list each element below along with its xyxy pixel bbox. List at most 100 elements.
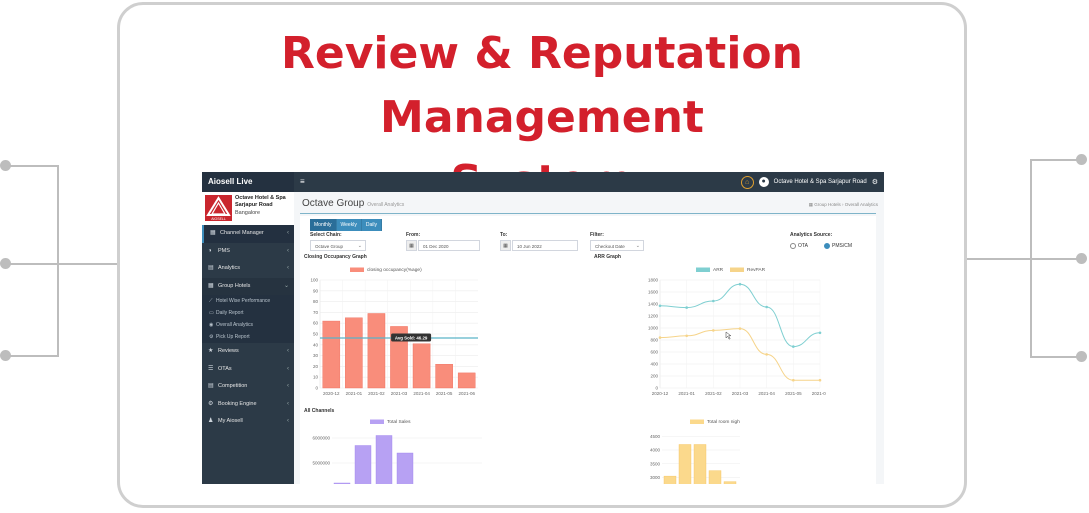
submenu-item-hotel-wise-performance[interactable]: ⟋ Hotel Wise Performance <box>202 295 294 307</box>
arr-section-title: ARR Graph <box>594 254 621 260</box>
chevron-icon: ‹ <box>287 348 289 354</box>
series-point <box>818 378 822 382</box>
title-divider <box>300 213 876 214</box>
x-tick-label: 2021-01 <box>678 391 695 396</box>
y-tick-label: 3000 <box>650 475 661 480</box>
sidebar-item-otas[interactable]: ☰ OTAs ‹ <box>202 361 294 379</box>
sales-bar <box>354 445 372 484</box>
room-nights-bar <box>708 470 722 484</box>
x-tick-label: 2021-02 <box>705 391 722 396</box>
occupancy-bar <box>435 364 453 389</box>
submenu-item-overall-analytics[interactable]: ◉ Overall Analytics <box>202 319 294 331</box>
y-tick-label: 5000000 <box>312 461 330 466</box>
page-title: Octave Group Overall Analytics <box>302 198 404 209</box>
sidebar-item-booking-engine[interactable]: ⚙ Booking Engine ‹ <box>202 396 294 414</box>
legend-label: RevPAR <box>747 267 766 273</box>
page-title-text: Octave Group <box>302 198 365 209</box>
source-pmscm-radio[interactable]: PMS/CM <box>824 243 852 249</box>
series-point <box>792 345 795 348</box>
average-label: Avg Sold: 46.29 <box>395 336 428 341</box>
tab-daily[interactable]: Daily <box>361 219 382 231</box>
hotel-name-line-1: Octave Hotel & Spa <box>235 195 286 201</box>
grid-icon: ▦ <box>208 282 214 289</box>
chain-label: Select Chain: <box>310 232 342 238</box>
user-avatar-icon[interactable]: ● <box>758 177 769 187</box>
y-tick-label: 60 <box>313 321 319 326</box>
user-icon: ♟ <box>208 418 214 424</box>
brand-name[interactable]: Aiosell Live <box>202 172 294 192</box>
y-tick-label: 0 <box>655 386 658 391</box>
legend-swatch <box>696 267 710 272</box>
tab-weekly[interactable]: Weekly <box>336 219 362 231</box>
chevron-icon: ‹ <box>287 247 289 254</box>
series-point <box>658 304 662 308</box>
period-tabs: Monthly Weekly Daily <box>310 219 382 231</box>
x-tick-label: 2021-03 <box>391 391 408 396</box>
room-nights-chart: Total room nights25003000350040004500 <box>640 414 740 484</box>
connector-dot <box>0 160 11 171</box>
submenu-item-label: Daily Report <box>216 310 244 316</box>
calendar-icon[interactable]: ▦ <box>406 240 417 251</box>
x-tick-label: 2020-12 <box>652 391 669 396</box>
sidebar-item-pms[interactable]: ◑ PMS ‹ <box>202 243 294 261</box>
occupancy-bar <box>412 343 431 389</box>
submenu-item-pick-up-report[interactable]: ⚙ Pick Up Report <box>202 331 294 343</box>
sidebar-item-competition[interactable]: ▤ Competition ‹ <box>202 378 294 396</box>
sidebar-item-label: Channel Manager <box>220 230 264 236</box>
settings-icon[interactable]: ⚙ <box>872 178 878 186</box>
sidebar-menu: ▦ Channel Manager ‹ ◑ PMS ‹ ▤ Analytics ‹ ▦ Group … <box>202 225 294 431</box>
table-icon: ▤ <box>208 383 214 389</box>
hamburger-icon[interactable]: ≡ <box>300 178 305 186</box>
sidebar-item-reviews[interactable]: ★ Reviews ‹ <box>202 343 294 361</box>
sidebar-item-analytics[interactable]: ▤ Analytics ‹ <box>202 260 294 278</box>
connector-line <box>57 165 59 357</box>
legend-label: ARR <box>713 267 724 273</box>
chain-select[interactable]: Octave Group ⌄ <box>310 240 366 251</box>
hotel-selector[interactable]: Octave Hotel & Spa Sarjapur Road <box>774 179 867 185</box>
grid-icon: ▦ <box>210 230 216 236</box>
connector-line <box>967 258 1083 260</box>
legend-label: Total room nights <box>707 419 740 425</box>
hotel-city: Bangalore <box>235 210 261 216</box>
to-date-input[interactable]: 10 Jun 2022 <box>512 240 578 251</box>
occupancy-chart: closing occupancy(%age) 0 10 20 30 40 50 60 70 80… <box>302 262 482 402</box>
x-tick-label: 2021-06 <box>812 391 826 396</box>
occupancy-bar <box>322 320 341 389</box>
to-label: To: <box>500 232 508 238</box>
occupancy-section-title: Closing Occupancy Graph <box>304 254 367 260</box>
x-tick-label: 2021-03 <box>732 391 749 396</box>
filter-value: Checkout Date <box>595 244 625 249</box>
sidebar-item-channel-manager[interactable]: ▦ Channel Manager ‹ <box>202 225 294 243</box>
connector-line <box>1030 159 1032 358</box>
y-tick-label: 1800 <box>648 278 659 283</box>
y-tick-label: 0 <box>315 386 318 391</box>
filter-select[interactable]: Checkout Date ⌄ <box>590 240 644 251</box>
submenu-item-label: Overall Analytics <box>216 322 253 328</box>
sidebar-item-group-hotels[interactable]: ▦ Group Hotels ⌄ <box>202 277 294 295</box>
series-point <box>712 299 715 303</box>
y-tick-label: 6000000 <box>312 436 330 441</box>
room-nights-bar <box>723 481 737 484</box>
tab-monthly[interactable]: Monthly <box>310 219 337 231</box>
y-tick-label: 30 <box>313 353 319 358</box>
notification-bell-icon[interactable]: ⌂ <box>740 175 754 189</box>
series-point <box>818 331 822 335</box>
chevron-icon: ‹ <box>287 265 289 271</box>
connector-line <box>5 263 122 265</box>
submenu-item-daily-report[interactable]: ▭ Daily Report <box>202 307 294 319</box>
calendar-icon[interactable]: ▦ <box>500 240 511 251</box>
y-tick-label: 1600 <box>648 290 659 295</box>
breadcrumb[interactable]: ▦ Group Hotels › Overall Analytics <box>809 202 878 208</box>
from-label: From: <box>406 232 421 238</box>
filter-label: Filter: <box>590 232 604 238</box>
source-ota-radio[interactable]: OTA <box>790 243 808 249</box>
hotel-name: Octave Hotel & Spa Sarjapur Road <box>235 195 286 209</box>
submenu-icon: ◉ <box>209 322 214 328</box>
list-icon: ☰ <box>208 365 214 372</box>
connector-dot <box>0 350 11 361</box>
x-tick-label: 2021-06 <box>458 391 475 396</box>
x-tick-label: 2021-02 <box>368 391 385 396</box>
sidebar-item-my-aiosell[interactable]: ♟ My Aiosell ‹ <box>202 413 294 431</box>
from-date-input[interactable]: 01 Dec 2020 <box>418 240 480 251</box>
sales-chart: Total Sales400000050000006000000 <box>302 414 482 484</box>
